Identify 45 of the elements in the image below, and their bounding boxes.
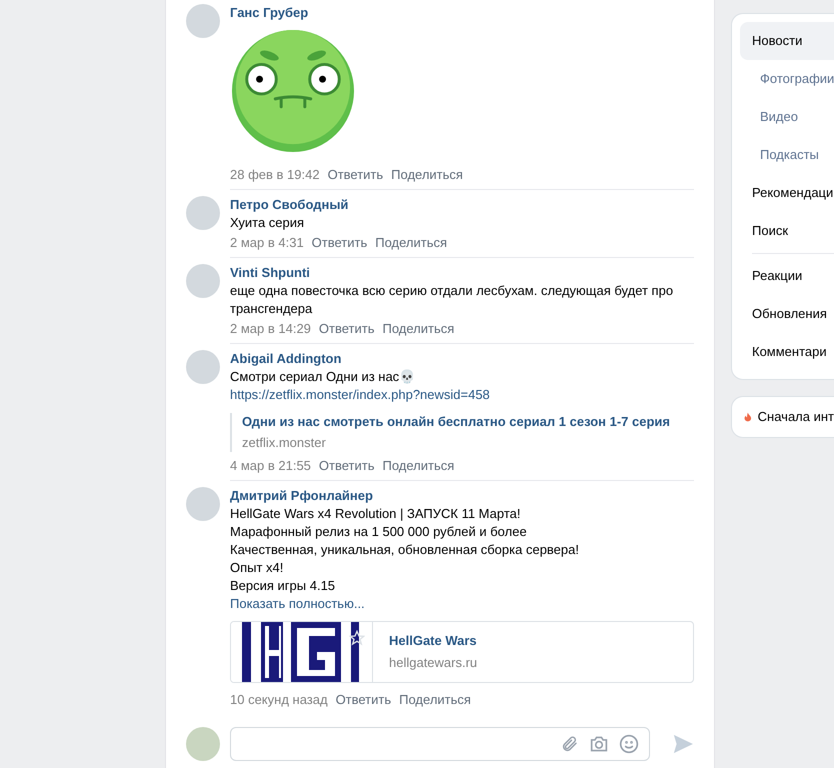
comment-text: HellGate Wars x4 Revolution | ЗАПУСК 11 Марта! — [230, 505, 522, 523]
comment-time: 2 мар в 14:29 — [230, 320, 311, 338]
comment-text: Смотри сериал Одни из нас💀 — [230, 368, 416, 386]
share-link[interactable]: Поделиться — [391, 166, 463, 184]
share-link[interactable]: Поделиться — [382, 457, 454, 475]
reply-link[interactable]: Ответить — [336, 691, 392, 709]
author-name[interactable]: Петро Свободный — [230, 196, 348, 214]
author-name[interactable]: Vinti Shpunti — [230, 264, 310, 282]
link-title: HellGate Wars — [389, 632, 478, 650]
reply-link[interactable]: Ответить — [318, 457, 374, 475]
author-name[interactable]: Дмитрий Рфонлайнер — [230, 487, 373, 505]
comment-text: Версия игры 4.15 — [230, 577, 336, 595]
link-card[interactable]: HellGate Wars hellgatewars.ru — [230, 621, 694, 683]
comment-time: 4 мар в 21:55 — [230, 457, 311, 475]
comment-text: Хуита серия — [230, 214, 306, 232]
author-name[interactable]: Abigail Addington — [230, 350, 342, 368]
snippet-domain: zetflix.monster — [242, 434, 327, 452]
menu-item[interactable]: Поиск — [740, 212, 834, 250]
menu-item[interactable]: Рекомендаци — [740, 174, 834, 212]
reply-link[interactable]: Ответить — [318, 320, 374, 338]
comment-text: еще одна повесточка всю серию отдали лесбухам. следующая будет про трансгендера — [230, 282, 674, 318]
comment-time: 10 секунд назад — [230, 691, 328, 709]
sort-button[interactable]: Сначала инт — [731, 396, 834, 438]
menu-item[interactable]: Видео — [740, 98, 834, 136]
menu-item[interactable]: Фотографии — [740, 60, 834, 98]
author-name[interactable]: Ганс Грубер — [230, 4, 308, 22]
share-link[interactable]: Поделиться — [375, 234, 448, 252]
menu-item[interactable]: Обновления — [740, 295, 834, 333]
comment-time: 2 мар в 4:31 — [230, 234, 304, 252]
comment-text: Качественная, уникальная, обновленная сборка сервера! — [230, 541, 580, 559]
comment-text: Марафонный релиз на 1 500 000 рублей и более — [230, 523, 528, 541]
comment-text: Опыт x4! — [230, 559, 284, 577]
reply-link[interactable]: Ответить — [312, 234, 368, 252]
menu-item[interactable]: Новости — [740, 22, 834, 60]
comment-time: 28 фев в 19:42 — [230, 166, 320, 184]
snippet-title[interactable]: Одни из нас смотреть онлайн бесплатно сериал 1 сезон 1-7 серия — [242, 413, 670, 431]
reply-link[interactable]: Ответить — [328, 166, 384, 184]
link-domain: hellgatewars.ru — [389, 654, 478, 672]
share-link[interactable]: Поделиться — [382, 320, 454, 338]
menu-item[interactable]: Комментари — [740, 333, 834, 371]
share-link[interactable]: Поделиться — [399, 691, 471, 709]
menu-item[interactable]: Реакции — [740, 257, 834, 295]
menu-item[interactable]: Подкасты — [740, 136, 834, 174]
show-more-link[interactable]: Показать полностью... — [230, 595, 365, 613]
link[interactable]: https://zetflix.monster/index.php?newsid=458 — [230, 386, 490, 404]
